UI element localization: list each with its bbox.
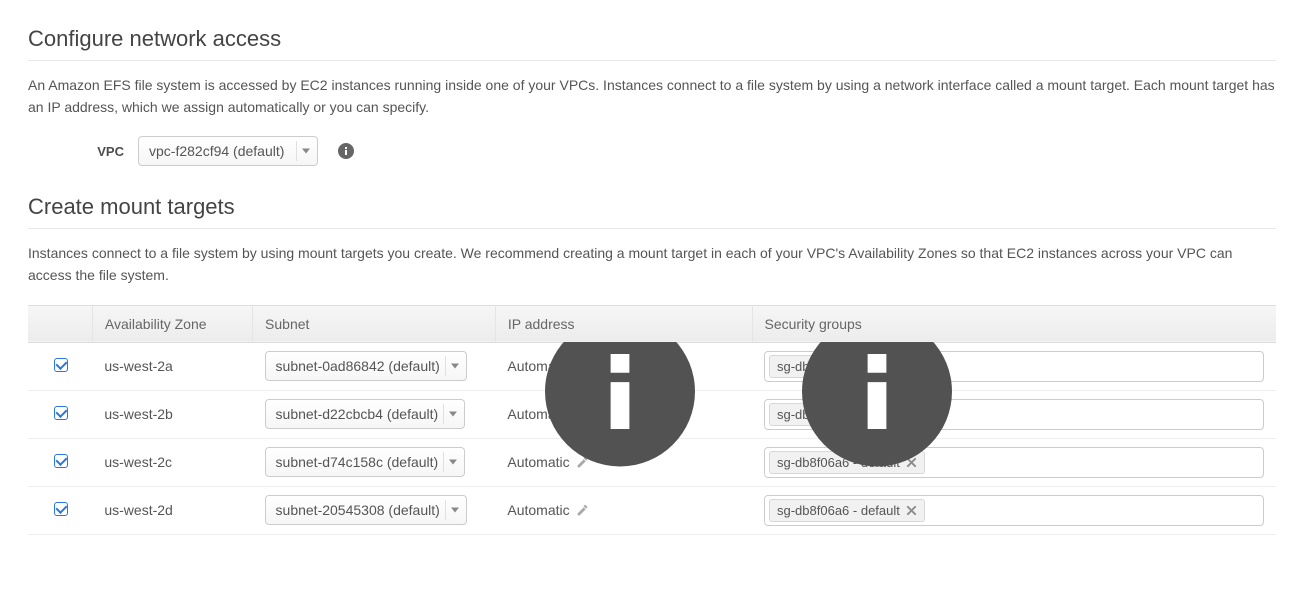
col-header-checkbox [28,305,92,342]
vpc-row: VPC vpc-f282cf94 (default) [28,136,1276,166]
az-cell: us-west-2c [92,438,252,486]
pencil-icon [576,504,589,517]
network-description: An Amazon EFS file system is accessed by… [28,75,1276,118]
chevron-down-icon [302,149,310,154]
row-checkbox[interactable] [54,406,68,420]
section-title-network: Configure network access [28,26,1276,52]
subnet-dropdown[interactable]: subnet-d74c158c (default) [265,447,466,477]
row-checkbox[interactable] [54,358,68,372]
subnet-selected-value: subnet-20545308 (default) [276,502,440,518]
subnet-dropdown[interactable]: subnet-0ad86842 (default) [265,351,467,381]
mount-description: Instances connect to a file system by us… [28,243,1276,286]
info-icon[interactable] [470,316,485,331]
chevron-down-icon [451,364,459,369]
info-icon[interactable] [1251,316,1266,331]
vpc-dropdown[interactable]: vpc-f282cf94 (default) [138,136,318,166]
row-checkbox[interactable] [54,454,68,468]
vpc-selected-value: vpc-f282cf94 (default) [149,143,284,159]
mount-targets-table: Availability Zone Subnet IP address Secu… [28,305,1276,535]
page-container: Configure network access An Amazon EFS f… [0,0,1304,565]
chevron-down-icon [449,412,457,417]
security-groups-input[interactable]: sg-db8f06a6 - default [764,495,1264,526]
info-icon[interactable] [338,143,354,159]
section-title-mount: Create mount targets [28,194,1276,220]
subnet-selected-value: subnet-d74c158c (default) [276,454,439,470]
subnet-selected-value: subnet-d22cbcb4 (default) [276,406,439,422]
ip-cell[interactable]: Automatic [507,502,588,518]
col-header-az: Availability Zone [92,305,252,342]
subnet-dropdown[interactable]: subnet-d22cbcb4 (default) [265,399,466,429]
chevron-down-icon [451,508,459,513]
chevron-down-icon [449,460,457,465]
col-header-ip: IP address [495,305,752,342]
table-row: us-west-2d subnet-20545308 (default) Aut… [28,486,1276,534]
col-header-subnet: Subnet [253,305,496,342]
az-cell: us-west-2b [92,390,252,438]
row-checkbox[interactable] [54,502,68,516]
az-cell: us-west-2a [92,342,252,390]
subnet-selected-value: subnet-0ad86842 (default) [276,358,440,374]
divider [28,60,1276,61]
az-cell: us-west-2d [92,486,252,534]
divider [28,228,1276,229]
security-group-label: sg-db8f06a6 - default [777,503,900,518]
col-header-sg: Security groups [752,305,1276,342]
security-group-tag: sg-db8f06a6 - default [769,499,925,522]
close-icon[interactable] [906,505,917,516]
vpc-label: VPC [28,144,138,159]
ip-value: Automatic [507,502,569,518]
info-icon[interactable] [727,316,742,331]
subnet-dropdown[interactable]: subnet-20545308 (default) [265,495,467,525]
